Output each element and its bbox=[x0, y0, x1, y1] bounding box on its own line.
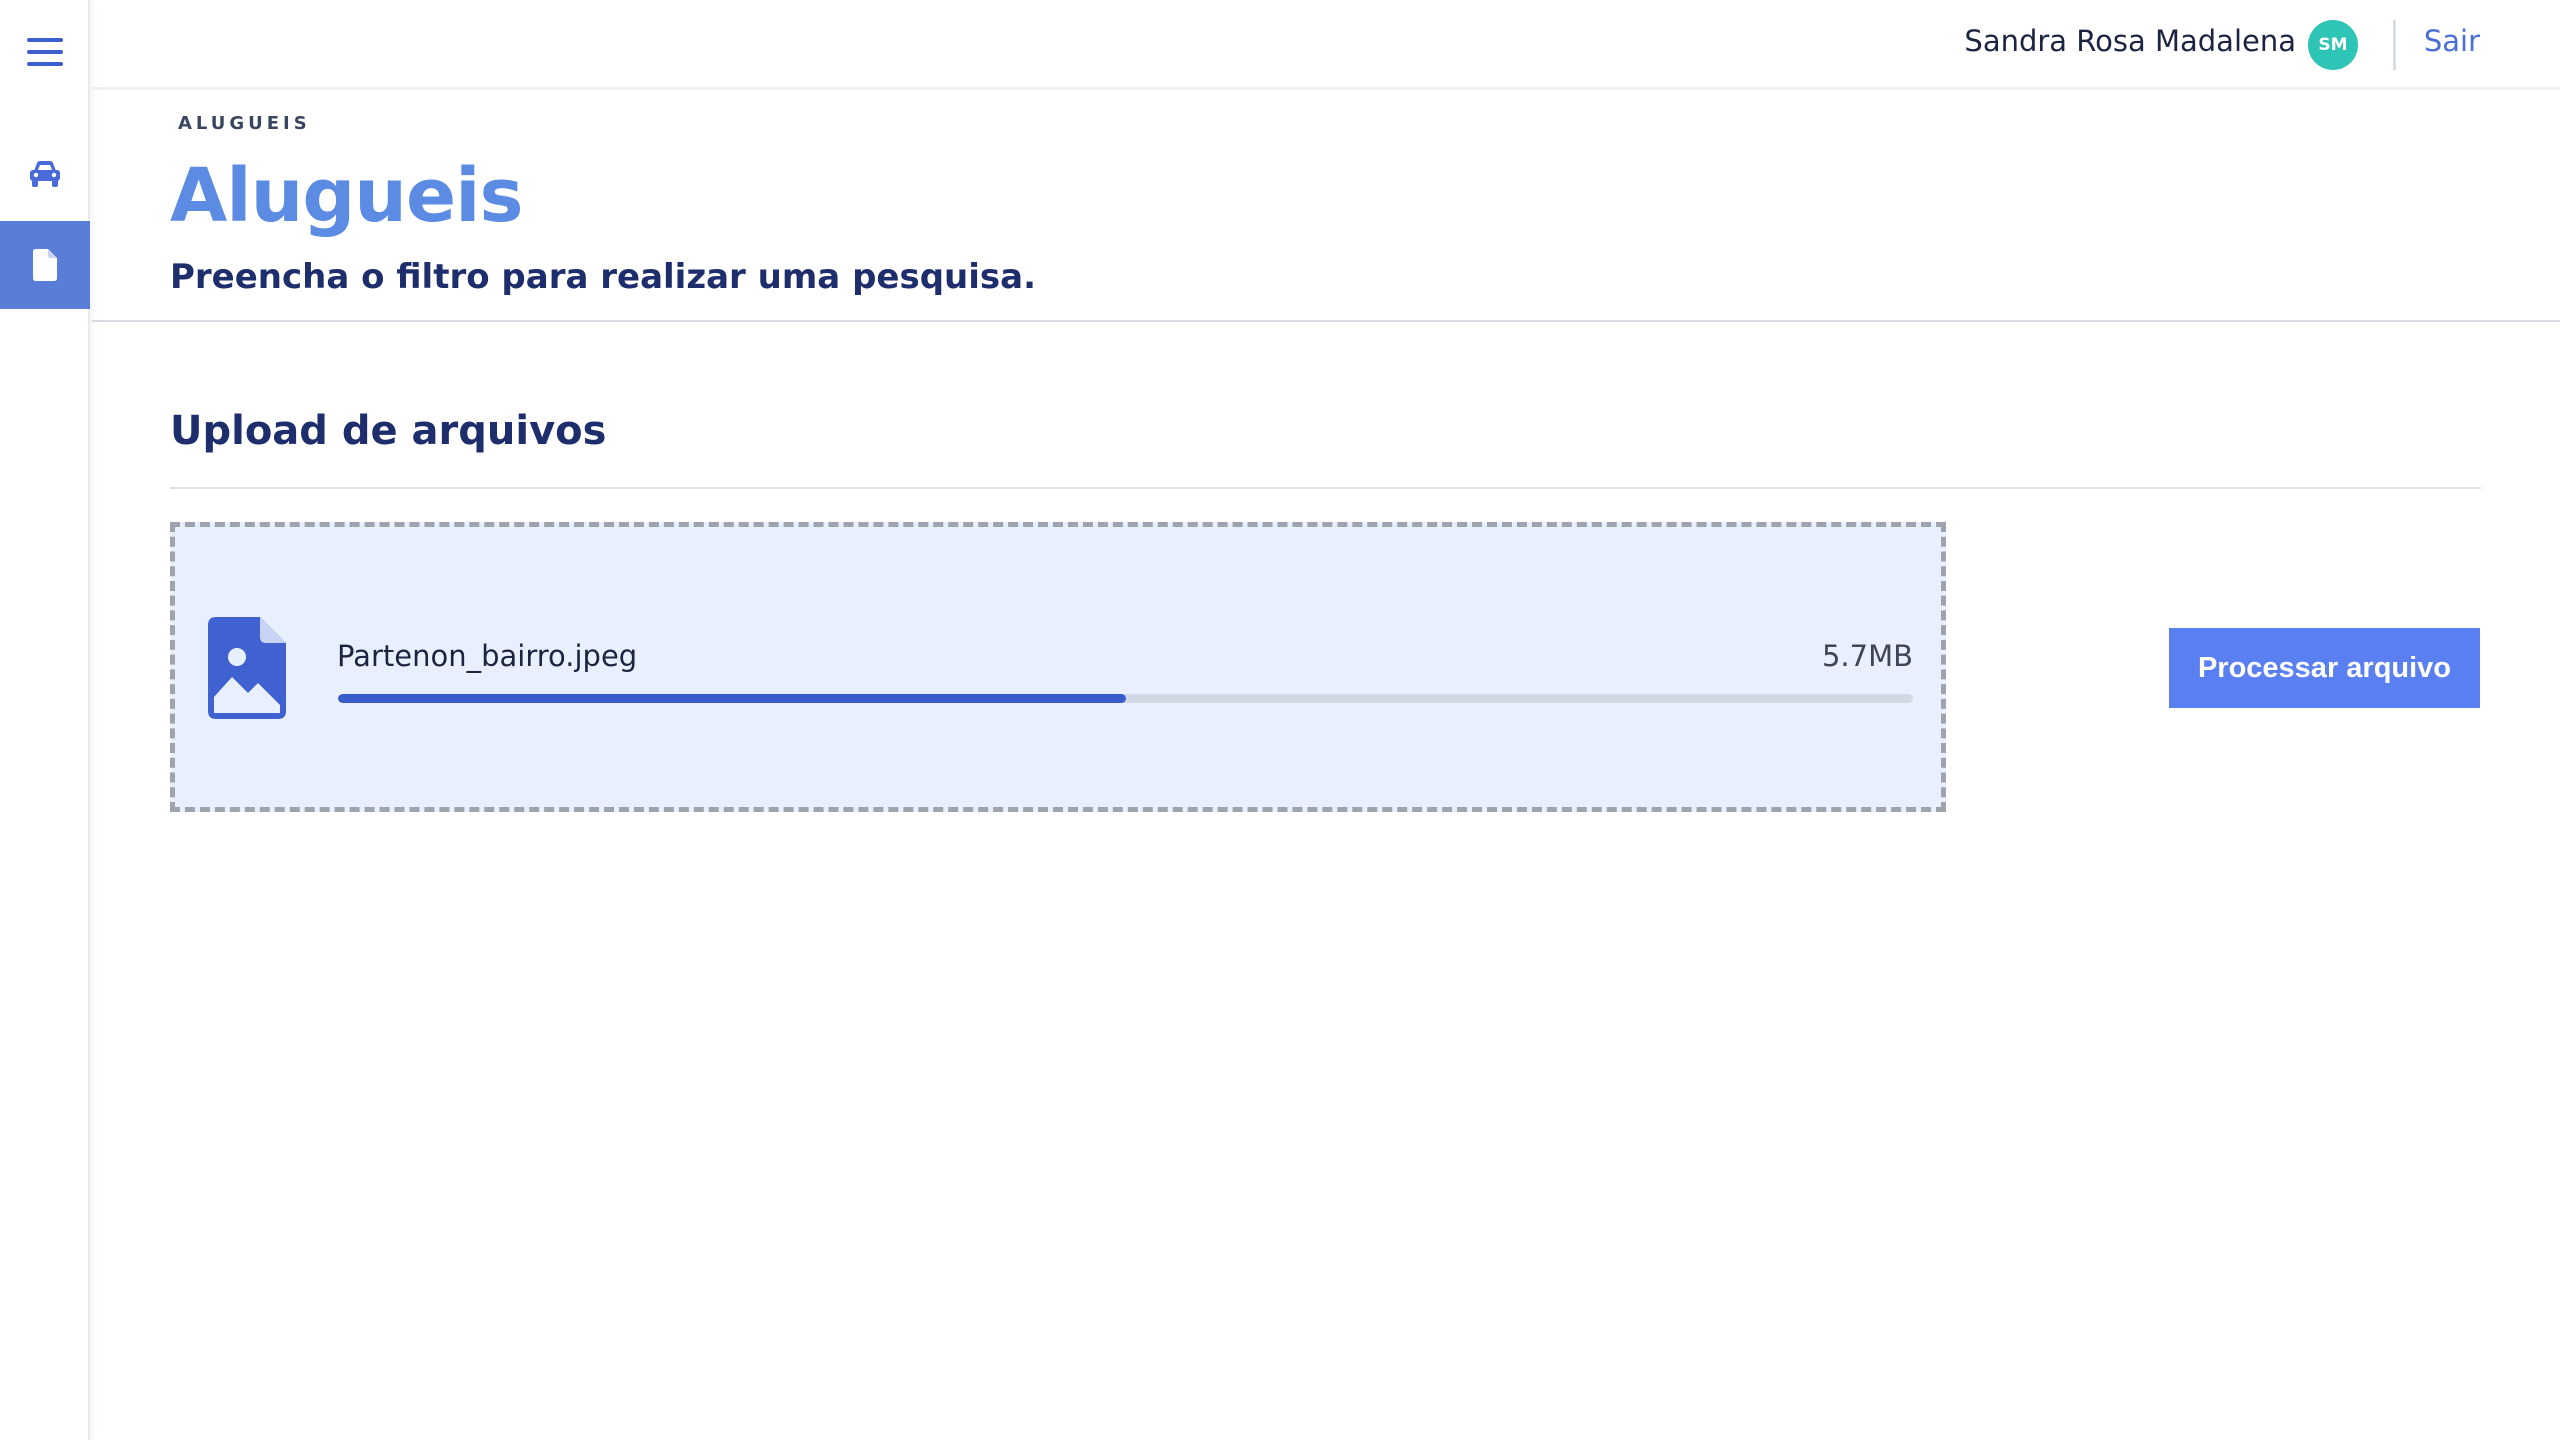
file-size: 5.7MB bbox=[1821, 639, 1913, 673]
top-bar: Sandra Rosa Madalena SM Sair bbox=[92, 0, 2560, 90]
sidebar-item-rentals[interactable] bbox=[0, 221, 90, 309]
topbar-divider bbox=[2393, 20, 2396, 70]
sidebar-item-vehicles[interactable] bbox=[0, 130, 90, 218]
upload-dropzone[interactable]: Partenon_bairro.jpeg 5.7MB bbox=[170, 522, 1946, 812]
document-icon bbox=[33, 249, 57, 281]
sidebar bbox=[0, 0, 90, 1440]
upload-section-title: Upload de arquivos bbox=[170, 408, 607, 454]
section-divider bbox=[170, 487, 2481, 489]
user-name: Sandra Rosa Madalena bbox=[1964, 24, 2296, 58]
image-file-icon bbox=[208, 617, 286, 723]
process-file-button[interactable]: Processar arquivo bbox=[2169, 628, 2480, 708]
file-name: Partenon_bairro.jpeg bbox=[337, 639, 638, 673]
logout-link[interactable]: Sair bbox=[2424, 24, 2480, 58]
avatar[interactable]: SM bbox=[2308, 20, 2358, 70]
upload-progress-fill bbox=[338, 694, 1126, 703]
page-subtitle: Preencha o filtro para realizar uma pesq… bbox=[170, 257, 1037, 297]
breadcrumb[interactable]: ALUGUEIS bbox=[178, 113, 311, 134]
car-icon bbox=[30, 161, 60, 187]
upload-progress-bar bbox=[338, 694, 1913, 703]
page-header: ALUGUEIS Alugueis Preencha o filtro para… bbox=[92, 93, 2560, 322]
sidebar-menu-toggle[interactable] bbox=[0, 8, 90, 96]
page-title: Alugueis bbox=[170, 153, 524, 239]
menu-icon bbox=[27, 38, 63, 66]
